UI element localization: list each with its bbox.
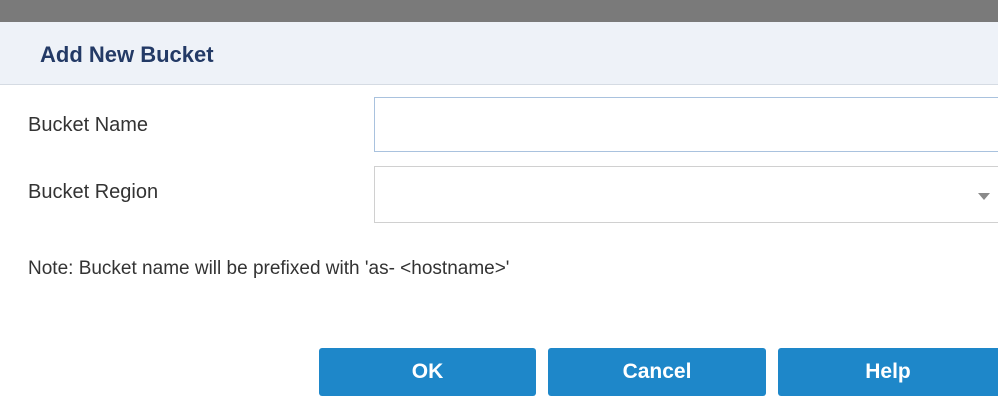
- dialog-title: Add New Bucket: [40, 42, 214, 67]
- cancel-button[interactable]: Cancel: [548, 348, 766, 396]
- add-bucket-dialog: Add New Bucket Bucket Name Bucket Region…: [0, 22, 998, 403]
- help-button[interactable]: Help: [778, 348, 998, 396]
- ok-button[interactable]: OK: [319, 348, 536, 396]
- prefix-note: Note: Bucket name will be prefixed with …: [28, 258, 510, 279]
- chevron-down-icon[interactable]: [978, 193, 990, 200]
- bucket-name-input[interactable]: [374, 97, 998, 152]
- bucket-name-label: Bucket Name: [28, 114, 149, 136]
- bucket-region-label: Bucket Region: [28, 181, 159, 203]
- dialog-header: Add New Bucket: [0, 22, 998, 85]
- window-top-bar: [0, 0, 998, 22]
- bucket-region-select[interactable]: [374, 166, 998, 223]
